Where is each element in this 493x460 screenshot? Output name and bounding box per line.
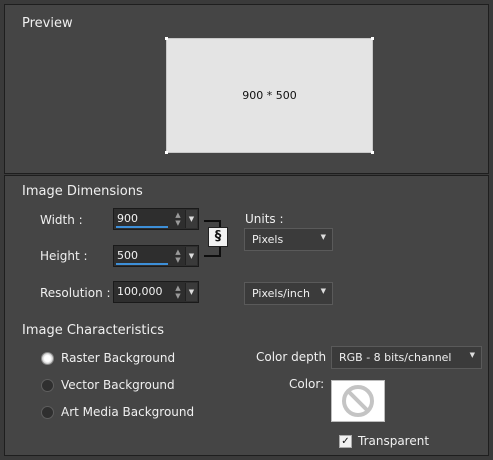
resolution-units-value: Pixels/inch [252, 287, 310, 300]
transparent-checkbox[interactable]: ✓ [339, 435, 352, 448]
units-label: Units : [245, 212, 284, 226]
height-spinbox[interactable]: 500 ▲ ▼ ▼ [113, 245, 199, 267]
resolution-units-select[interactable]: Pixels/inch ▼ [244, 282, 333, 305]
width-stepper-arrows[interactable]: ▲ ▼ [172, 211, 184, 227]
height-stepper-arrows[interactable]: ▲ ▼ [172, 248, 184, 264]
no-color-icon [342, 385, 374, 417]
corner-handle [371, 37, 374, 40]
resolution-dropdown-button[interactable]: ▼ [185, 283, 197, 301]
preview-canvas: 900 * 500 [165, 37, 374, 154]
width-spinbox[interactable]: 900 ▲ ▼ ▼ [113, 208, 199, 230]
resolution-stepper-arrows[interactable]: ▲ ▼ [172, 284, 184, 300]
chevron-down-icon: ▼ [469, 351, 475, 359]
chain-link-icon[interactable]: § [208, 227, 228, 247]
width-value[interactable]: 900 [117, 212, 138, 225]
width-label: Width : [40, 213, 83, 227]
preview-panel: Preview 900 * 500 [4, 4, 489, 174]
preview-image: 900 * 500 [166, 38, 373, 153]
units-select[interactable]: Pixels ▼ [244, 228, 333, 251]
color-depth-label: Color depth : [256, 350, 334, 364]
art-media-background-label[interactable]: Art Media Background [61, 405, 194, 419]
preview-size-text: 900 * 500 [242, 89, 297, 102]
raster-background-label[interactable]: Raster Background [61, 351, 175, 365]
resolution-value[interactable]: 100,000 [117, 285, 163, 298]
color-depth-value: RGB - 8 bits/channel [339, 351, 452, 364]
color-label: Color: [289, 377, 325, 391]
height-label: Height : [40, 249, 88, 263]
settings-panel: Image Dimensions Width : 900 ▲ ▼ ▼ Height… [4, 175, 489, 456]
units-value: Pixels [252, 233, 284, 246]
vector-background-label[interactable]: Vector Background [61, 378, 175, 392]
chevron-down-icon: ▼ [320, 287, 326, 295]
vector-background-radio[interactable] [41, 379, 54, 392]
chevron-down-icon: ▼ [320, 233, 326, 241]
preview-title: Preview [22, 16, 73, 31]
image-dimensions-title: Image Dimensions [22, 184, 143, 199]
color-depth-select[interactable]: RGB - 8 bits/channel ▼ [331, 346, 482, 369]
color-swatch[interactable] [331, 380, 385, 422]
focus-underline [116, 263, 168, 265]
focus-underline [116, 226, 168, 228]
resolution-spinbox[interactable]: 100,000 ▲ ▼ ▼ [113, 281, 199, 303]
width-dropdown-button[interactable]: ▼ [185, 210, 197, 228]
resolution-label: Resolution : [40, 286, 111, 300]
height-value[interactable]: 500 [117, 249, 138, 262]
corner-handle [165, 37, 168, 40]
raster-background-radio[interactable] [41, 352, 54, 365]
corner-handle [165, 151, 168, 154]
corner-handle [371, 151, 374, 154]
height-dropdown-button[interactable]: ▼ [185, 247, 197, 265]
image-characteristics-title: Image Characteristics [22, 323, 165, 338]
art-media-background-radio[interactable] [41, 406, 54, 419]
transparent-label[interactable]: Transparent [358, 434, 429, 448]
